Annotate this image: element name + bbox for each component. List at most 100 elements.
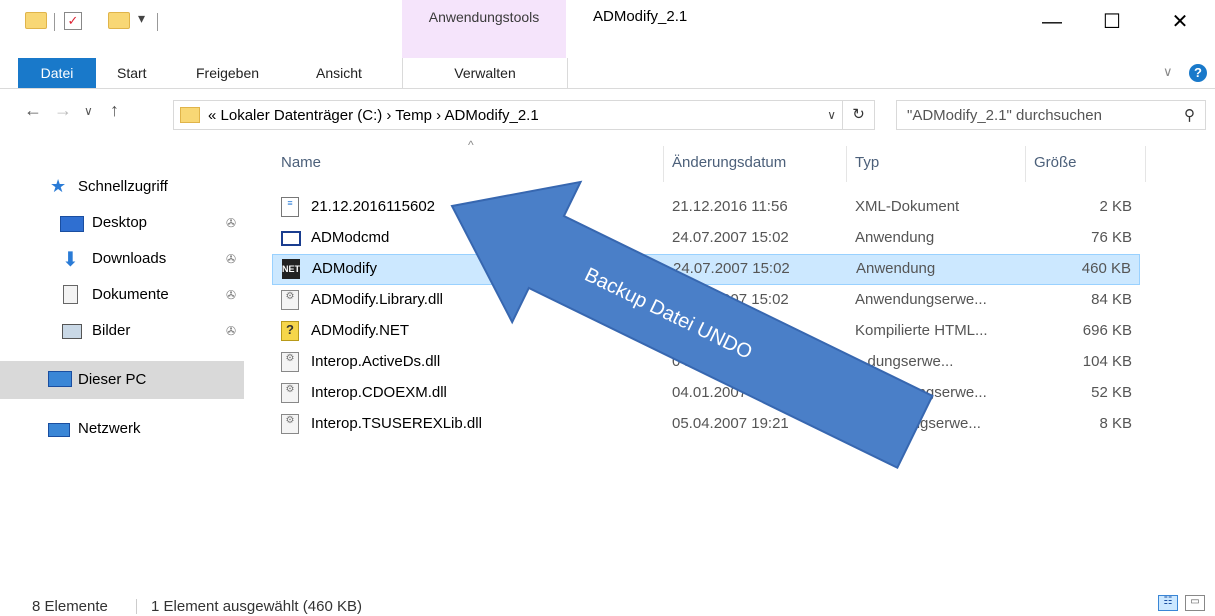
dll-file-icon: ⚙ [281,414,299,434]
dll-file-icon: ⚙ [281,290,299,310]
file-name: ADModify.Library.dll [311,291,443,308]
sidebar-item-downloads[interactable]: ⬇ Downloads ✇ [0,242,244,278]
file-row[interactable]: ⚙ Interop.TSUSEREXLib.dll 05.04.2007 19:… [272,409,1140,440]
chevron-down-icon[interactable]: ∨ [827,108,836,122]
desktop-icon [60,216,84,232]
new-folder-icon[interactable] [108,12,130,29]
column-divider[interactable] [1145,146,1146,182]
file-date: 21.12.2016 11:56 [672,198,788,215]
file-size: 460 KB [1081,260,1131,277]
file-row[interactable]: ? ADModify.NET Kompilierte HTML... 696 K… [272,316,1140,347]
item-count: 8 Elemente [32,598,108,615]
file-size: 52 KB [1091,384,1132,401]
file-date: 24.07.2007 15:02 [673,260,790,277]
file-type: XML-Dokument [855,198,960,215]
star-icon: ★ [50,176,67,196]
recent-locations-icon[interactable]: ∨ [84,104,93,118]
file-type: Anwendungserwe... [855,291,987,308]
file-row[interactable]: ⚙ ADModify.Library.dll 24.07.2007 15:02 … [272,285,1140,316]
column-header-size[interactable]: Größe [1034,154,1077,171]
pin-icon: ✇ [226,216,237,230]
pin-icon: ✇ [226,288,237,302]
up-arrow-icon[interactable]: ↑ [110,100,119,121]
file-row[interactable]: ADModcmd 24.07.2007 15:02 Anwendung 76 K… [272,223,1140,254]
folder-icon [180,107,200,123]
customize-toolbar-icon[interactable]: ▾ [138,10,145,27]
file-name: ADModify.NET [311,322,410,339]
file-date: 04.01.2007 18:... [672,384,785,401]
file-size: 8 KB [1099,415,1132,432]
large-icons-view-icon[interactable]: ▭ [1185,595,1205,611]
back-arrow-icon[interactable]: ← [24,100,42,121]
file-date: 24.07.2007 15:02 [672,229,789,246]
file-row[interactable]: ≡ 21.12.2016115602 21.12.2016 11:56 XML-… [272,192,1140,223]
sidebar-item-schnellzugriff[interactable]: ★ Schnellzugriff [0,170,244,206]
column-divider[interactable] [663,146,664,182]
file-size: 696 KB [1082,322,1132,339]
file-type: Anwendung [856,260,936,277]
breadcrumb[interactable]: « Lokaler Datenträger (C:) › Temp › ADMo… [208,107,539,124]
refresh-icon[interactable]: ↻ [843,100,875,130]
sidebar-item-label: Dokumente [92,286,169,303]
column-divider[interactable] [846,146,847,182]
forward-arrow-icon[interactable]: → [54,100,72,121]
sidebar-item-dokumente[interactable]: Dokumente ✇ [0,278,244,314]
dll-file-icon: ⚙ [281,352,299,372]
search-icon[interactable]: ⚲ [1184,106,1195,124]
dll-file-icon: ⚙ [281,383,299,403]
sort-ascending-icon: ^ [468,138,474,152]
tab-verwalten[interactable]: Verwalten [402,58,568,88]
network-icon [48,423,70,437]
picture-icon [62,324,82,339]
tab-datei[interactable]: Datei [18,58,96,88]
file-name: 21.12.2016115602 [311,198,436,215]
sidebar-item-label: Downloads [92,250,167,267]
sidebar-item-label: Netzwerk [78,420,141,437]
column-header-name[interactable]: Name [281,154,321,171]
file-date: 04.01. [672,353,714,370]
separator [54,13,55,31]
file-row[interactable]: ⚙ Interop.CDOEXM.dll 04.01.2007 18:... A… [272,378,1140,409]
file-name: ADModcmd [311,229,390,246]
folder-icon [25,12,47,29]
file-row-selected[interactable]: NET ADModify 24.07.2007 15:02 Anwendung … [272,254,1140,285]
selection-info: 1 Element ausgewählt (460 KB) [151,598,362,615]
download-arrow-icon: ⬇ [62,249,79,271]
properties-icon[interactable]: ✓ [64,12,82,30]
sidebar-item-desktop[interactable]: Desktop ✇ [0,206,244,242]
file-size: 2 KB [1099,198,1132,215]
window-title: ADModify_2.1 [593,8,688,25]
file-name: Interop.ActiveDs.dll [311,353,441,370]
chm-file-icon: ? [281,321,299,341]
tab-freigeben[interactable]: Freigeben [196,58,259,88]
help-icon[interactable]: ? [1189,64,1207,82]
search-input[interactable]: "ADModify_2.1" durchsuchen ⚲ [896,100,1206,130]
file-type: ...dungserwe... [855,353,954,370]
column-header-type[interactable]: Typ [855,154,879,171]
sidebar-item-netzwerk[interactable]: Netzwerk [0,412,244,448]
ribbon-bar [0,58,1215,89]
address-bar[interactable]: « Lokaler Datenträger (C:) › Temp › ADMo… [173,100,843,130]
tab-start[interactable]: Start [117,58,147,88]
computer-icon [48,371,72,387]
file-type: Anwendung [855,229,935,246]
file-row[interactable]: ⚙ Interop.ActiveDs.dll 04.01. ...dungser… [272,347,1140,378]
sidebar-item-label: Schnellzugriff [78,178,168,195]
close-button[interactable]: ✕ [1145,0,1215,44]
tab-ansicht[interactable]: Ansicht [316,58,362,88]
pin-icon: ✇ [226,324,237,338]
file-type: Anwendungserwe... [855,384,987,401]
document-icon [63,285,78,304]
file-name: ADModify [312,260,378,277]
sidebar-item-dieser-pc[interactable]: Dieser PC [0,361,244,399]
sidebar-item-label: Dieser PC [78,371,147,388]
column-header-date[interactable]: Änderungsdatum [672,154,786,171]
file-date: 24.07.2007 15:02 [672,291,789,308]
file-type: ...wendungserwe... [855,415,981,432]
sidebar-item-bilder[interactable]: Bilder ✇ [0,314,244,350]
xml-file-icon: ≡ [281,197,299,217]
expand-ribbon-icon[interactable]: ∨ [1163,64,1173,80]
maximize-button[interactable]: ☐ [1077,0,1147,44]
details-view-icon[interactable]: ☷ [1158,595,1178,611]
column-divider[interactable] [1025,146,1026,182]
